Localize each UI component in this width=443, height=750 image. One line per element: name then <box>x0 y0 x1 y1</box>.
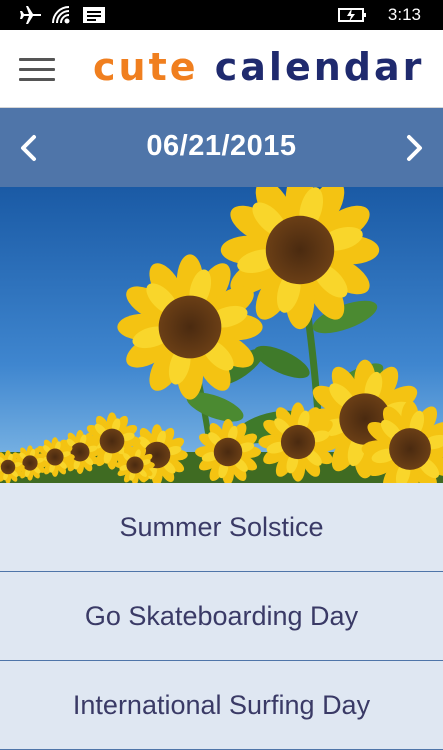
app-logo: cute calendar <box>93 45 424 89</box>
logo-calendar: calendar <box>214 45 425 89</box>
chevron-right-icon[interactable] <box>402 134 426 162</box>
sunflower-photo <box>0 187 443 483</box>
battery-charging-icon <box>338 5 368 30</box>
events-list: Summer Solstice Go Skateboarding Day Int… <box>0 483 443 750</box>
current-date: 06/21/2015 <box>146 130 297 162</box>
app-header: cute calendar <box>0 30 443 108</box>
status-bar: 3:13 <box>0 0 443 30</box>
status-time: 3:13 <box>387 5 421 24</box>
list-item[interactable]: Summer Solstice <box>0 483 443 572</box>
date-navigation-bar: 06/21/2015 <box>0 108 443 187</box>
message-icon <box>82 5 106 30</box>
logo-cute: cute <box>93 45 199 89</box>
menu-icon[interactable] <box>19 58 55 82</box>
list-item[interactable]: Go Skateboarding Day <box>0 572 443 661</box>
wifi-icon <box>51 5 73 30</box>
airplane-icon <box>20 5 42 30</box>
list-item[interactable]: International Surfing Day <box>0 661 443 750</box>
